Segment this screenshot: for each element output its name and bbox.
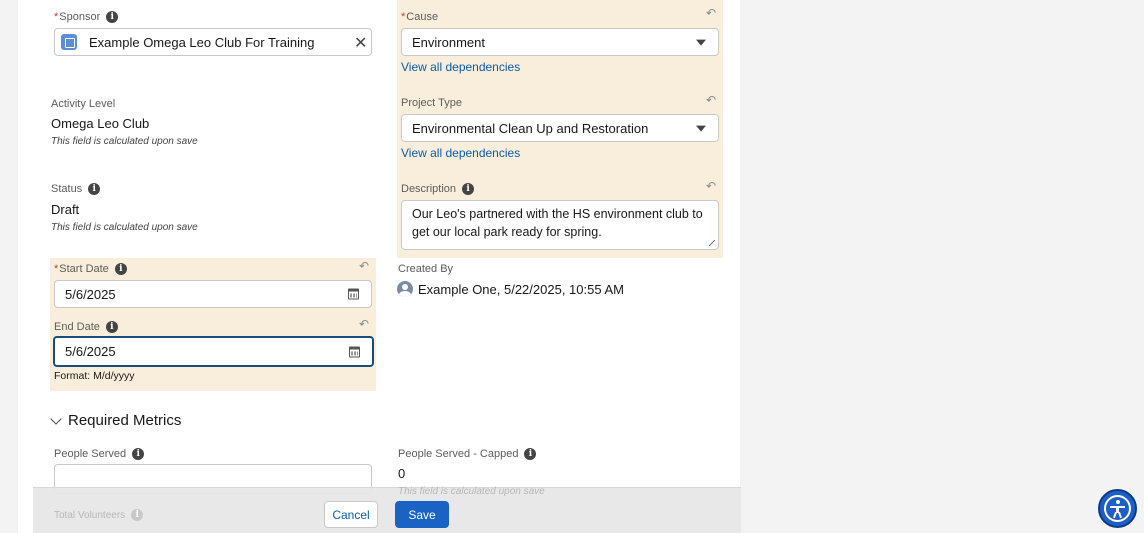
info-icon[interactable]: i (524, 448, 537, 460)
description-value: Our Leo's partnered with the HS environm… (412, 207, 703, 239)
activity-level-value: Omega Leo Club (51, 116, 150, 131)
undo-icon[interactable]: ↶ (706, 93, 716, 107)
end-date-label: End Date i (54, 321, 118, 333)
info-icon[interactable]: i (88, 183, 101, 195)
sponsor-lookup-field[interactable]: Example Omega Leo Club For Training (54, 28, 372, 56)
save-button[interactable]: Save (395, 501, 449, 528)
project-type-label: Project Type (401, 97, 462, 109)
people-served-capped-note: This field is calculated upon save (398, 486, 545, 497)
undo-icon[interactable]: ↶ (706, 179, 716, 193)
status-note: This field is calculated upon save (51, 222, 198, 233)
created-by-label: Created By (398, 263, 454, 275)
info-icon[interactable]: i (105, 321, 118, 333)
status-label: Status i (51, 183, 101, 195)
cause-dependencies-link[interactable]: View all dependencies (401, 60, 520, 74)
cause-label: *Cause (401, 11, 439, 23)
project-type-value: Environmental Clean Up and Restoration (412, 120, 649, 136)
info-icon[interactable]: i (132, 448, 145, 460)
accessibility-button[interactable] (1098, 489, 1137, 528)
total-volunteers-label: Total Volunteers i (54, 509, 144, 521)
activity-level-note: This field is calculated upon save (51, 136, 198, 147)
start-date-label: *Start Date i (54, 263, 127, 275)
sponsor-label: *Sponsor i (54, 11, 119, 23)
required-metrics-title: Required Metrics (68, 412, 182, 429)
cancel-button[interactable]: Cancel (324, 501, 378, 528)
undo-icon[interactable]: ↶ (706, 6, 716, 20)
description-textarea[interactable]: Our Leo's partnered with the HS environm… (401, 200, 719, 250)
description-label: Description i (401, 183, 475, 195)
start-date-value: 5/6/2025 (65, 286, 116, 302)
required-metrics-section-header[interactable]: Required Metrics (50, 412, 182, 429)
info-icon[interactable]: i (462, 183, 475, 195)
date-format-hint: Format: M/d/yyyy (54, 370, 135, 382)
start-date-input[interactable]: 5/6/2025 (54, 280, 372, 308)
info-icon[interactable]: i (114, 263, 127, 275)
chevron-down-icon (50, 412, 62, 425)
info-icon[interactable]: i (106, 11, 119, 23)
cause-select[interactable]: Environment (401, 28, 719, 56)
end-date-value: 5/6/2025 (65, 344, 116, 359)
dropdown-caret-icon (696, 125, 706, 132)
calendar-icon[interactable] (349, 346, 360, 357)
dropdown-caret-icon (696, 39, 706, 46)
end-date-input[interactable]: 5/6/2025 (53, 336, 374, 367)
info-icon: i (131, 509, 144, 521)
clear-icon[interactable]: ✕ (354, 33, 367, 53)
calendar-icon[interactable] (348, 288, 359, 300)
project-type-dependencies-link[interactable]: View all dependencies (401, 146, 520, 160)
accessibility-icon (1104, 495, 1131, 522)
people-served-capped-label: People Served - Capped i (398, 448, 537, 460)
created-by-value[interactable]: Example One, 5/22/2025, 10:55 AM (418, 282, 624, 297)
cause-value: Environment (412, 34, 485, 50)
project-type-select[interactable]: Environmental Clean Up and Restoration (401, 114, 719, 142)
sponsor-value: Example Omega Leo Club For Training (89, 34, 315, 50)
account-icon (61, 34, 77, 50)
left-gutter (0, 0, 18, 533)
status-value: Draft (51, 202, 80, 217)
resize-grip-icon[interactable] (709, 240, 715, 246)
activity-level-label: Activity Level (51, 98, 116, 110)
people-served-label: People Served i (54, 448, 145, 460)
people-served-capped-value: 0 (398, 466, 406, 481)
undo-icon[interactable]: ↶ (359, 259, 369, 273)
user-avatar-icon (397, 281, 413, 297)
undo-icon[interactable]: ↶ (359, 317, 369, 331)
right-empty-panel (753, 12, 1144, 533)
